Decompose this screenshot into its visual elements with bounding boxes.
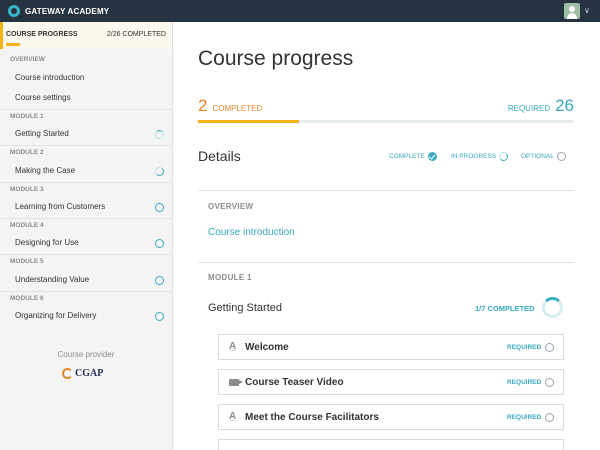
sidebar-item-label: Getting Started (15, 129, 69, 138)
sidebar-module-heading: MODULE 2 (0, 145, 172, 159)
gateway-logo-icon (8, 5, 20, 17)
sidebar-module-heading: MODULE 6 (0, 291, 172, 305)
top-bar: GATEWAY ACADEMY ∨ (0, 0, 600, 22)
legend-in-progress: IN PROGRESS (451, 152, 509, 161)
module-completed-count: 1/7 COMPLETED (475, 304, 535, 313)
details-title: Details (198, 148, 241, 164)
legend-complete-label: COMPLETE (389, 153, 425, 160)
sidebar-module-heading: MODULE 4 (0, 218, 172, 232)
sidebar-item-course-introduction[interactable]: Course introduction (0, 68, 172, 88)
sidebar-module-heading: MODULE 5 (0, 254, 172, 268)
sidebar-item-label: Designing for Use (15, 238, 79, 247)
sidebar-item-module-4[interactable]: Designing for Use (0, 233, 172, 253)
legend-optional-label: OPTIONAL (521, 153, 554, 160)
module-progress-ring-icon (542, 297, 563, 318)
course-progress-fill (198, 120, 300, 123)
completed-label: COMPLETED (212, 104, 263, 113)
course-introduction-link[interactable]: Course introduction (208, 227, 295, 238)
brand-name: GATEWAY ACADEMY (25, 6, 110, 16)
lesson-row-course-teaser-video[interactable]: Course Teaser Video REQUIRED (218, 369, 564, 395)
sidebar-course-progress[interactable]: COURSE PROGRESS 2/26 COMPLETED (0, 22, 172, 49)
optional-icon (545, 378, 554, 387)
required-label: REQUIRED (507, 104, 551, 113)
user-icon-body (567, 13, 577, 19)
lesson-name: Welcome (245, 342, 289, 353)
page-title: Course progress (198, 47, 354, 70)
course-progress-bar (198, 120, 574, 123)
legend-optional: OPTIONAL (521, 152, 566, 161)
provider-name: CGAP (75, 368, 104, 379)
optional-icon (155, 203, 164, 212)
check-circle-icon (427, 152, 437, 161)
divider (198, 190, 574, 191)
text-lesson-icon: A̲ (229, 341, 237, 352)
divider (198, 262, 574, 263)
in-progress-icon (499, 152, 509, 161)
module-title[interactable]: Getting Started (208, 302, 282, 314)
provider-logo[interactable]: CGAP (62, 368, 103, 379)
chevron-down-icon[interactable]: ∨ (584, 6, 590, 15)
text-lesson-icon: A̲ (229, 411, 237, 422)
lesson-name: Meet the Course Facilitators (245, 412, 379, 423)
sidebar-overview-heading: OVERVIEW (10, 56, 45, 63)
module-heading: MODULE 1 (208, 273, 252, 282)
sidebar-progress-label: COURSE PROGRESS (6, 31, 78, 38)
sidebar: COURSE PROGRESS 2/26 COMPLETED OVERVIEW … (0, 22, 173, 450)
lesson-required-tag: REQUIRED (507, 379, 542, 386)
legend-in-progress-label: IN PROGRESS (451, 153, 497, 160)
optional-icon (545, 343, 554, 352)
sidebar-progress-count: 2/26 COMPLETED (106, 31, 166, 38)
sidebar-item-module-5[interactable]: Understanding Value (0, 270, 172, 290)
sidebar-item-label: Organizing for Delivery (15, 311, 97, 320)
sidebar-item-label: Understanding Value (15, 275, 90, 284)
brand[interactable]: GATEWAY ACADEMY (8, 5, 109, 17)
sidebar-item-label: Making the Case (15, 166, 76, 175)
required-stat: REQUIRED 26 (508, 96, 574, 116)
optional-icon (556, 152, 566, 161)
optional-icon (155, 239, 164, 248)
lesson-row-partial[interactable] (218, 439, 564, 450)
optional-icon (155, 312, 164, 321)
lesson-required-tag: REQUIRED (507, 414, 542, 421)
sidebar-progress-bar (6, 43, 20, 46)
overview-heading: OVERVIEW (208, 202, 254, 211)
course-provider-label: Course provider (57, 350, 115, 359)
sidebar-item-module-6[interactable]: Organizing for Delivery (0, 306, 172, 326)
legend-complete: COMPLETE (389, 152, 437, 161)
in-progress-icon (155, 130, 164, 139)
sidebar-item-course-settings[interactable]: Course settings (0, 88, 172, 108)
sidebar-module-heading: MODULE 1 (0, 109, 172, 123)
sidebar-item-module-1[interactable]: Getting Started (0, 124, 172, 144)
required-number: 26 (555, 96, 574, 115)
sidebar-item-module-3[interactable]: Learning from Customers (0, 197, 172, 217)
user-avatar[interactable] (564, 3, 580, 19)
video-camera-icon (229, 379, 243, 386)
completed-stat: 2 COMPLETED (198, 96, 262, 116)
sidebar-item-module-2[interactable]: Making the Case (0, 161, 172, 181)
optional-icon (155, 276, 164, 285)
cgap-logo-icon (62, 368, 73, 379)
in-progress-icon (155, 167, 164, 176)
lesson-required-tag: REQUIRED (507, 344, 542, 351)
user-icon-head (569, 6, 575, 12)
completed-number: 2 (198, 96, 208, 115)
lesson-name: Course Teaser Video (245, 377, 344, 388)
sidebar-module-heading: MODULE 3 (0, 182, 172, 196)
sidebar-item-label: Learning from Customers (15, 202, 106, 211)
lesson-row-welcome[interactable]: A̲ Welcome REQUIRED (218, 334, 564, 360)
lesson-row-meet-facilitators[interactable]: A̲ Meet the Course Facilitators REQUIRED (218, 404, 564, 430)
optional-icon (545, 413, 554, 422)
